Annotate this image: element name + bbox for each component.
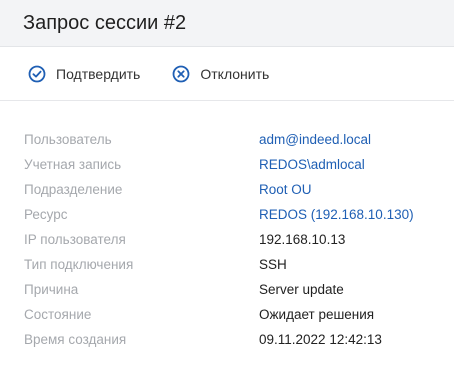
connection-type-value: SSH xyxy=(259,257,287,272)
division-link[interactable]: Root OU xyxy=(259,182,312,197)
resource-link[interactable]: REDOS (192.168.10.130) xyxy=(259,207,414,222)
page-header: Запрос сессии #2 xyxy=(0,0,454,47)
detail-row-account: Учетная запись REDOS\admlocal xyxy=(24,152,454,177)
approve-button[interactable]: Подтвердить xyxy=(28,65,140,83)
detail-row-user: Пользователь adm@indeed.local xyxy=(24,127,454,152)
x-circle-icon xyxy=(172,65,190,83)
detail-row-division: Подразделение Root OU xyxy=(24,177,454,202)
created-label: Время создания xyxy=(24,332,127,347)
state-value: Ожидает решения xyxy=(259,307,375,322)
division-label: Подразделение xyxy=(24,182,123,197)
detail-row-created: Время создания 09.11.2022 12:42:13 xyxy=(24,327,454,352)
resource-label: Ресурс xyxy=(24,207,68,222)
user-link[interactable]: adm@indeed.local xyxy=(259,132,371,147)
reject-button[interactable]: Отклонить xyxy=(172,65,269,83)
page-title: Запрос сессии #2 xyxy=(23,11,187,34)
ip-value: 192.168.10.13 xyxy=(259,232,346,247)
detail-row-connection-type: Тип подключения SSH xyxy=(24,252,454,277)
account-label: Учетная запись xyxy=(24,157,122,172)
session-details: Пользователь adm@indeed.local Учетная за… xyxy=(0,101,454,352)
state-label: Состояние xyxy=(24,307,92,322)
reason-label: Причина xyxy=(24,282,79,297)
ip-label: IP пользователя xyxy=(24,232,126,247)
detail-row-reason: Причина Server update xyxy=(24,277,454,302)
created-value: 09.11.2022 12:42:13 xyxy=(259,332,382,347)
detail-row-resource: Ресурс REDOS (192.168.10.130) xyxy=(24,202,454,227)
detail-row-ip: IP пользователя 192.168.10.13 xyxy=(24,227,454,252)
toolbar: Подтвердить Отклонить xyxy=(0,47,454,101)
detail-row-state: Состояние Ожидает решения xyxy=(24,302,454,327)
reject-label: Отклонить xyxy=(200,65,270,82)
approve-label: Подтвердить xyxy=(56,65,141,82)
account-link[interactable]: REDOS\admlocal xyxy=(259,157,365,172)
user-label: Пользователь xyxy=(24,132,112,147)
check-circle-icon xyxy=(28,65,46,83)
reason-value: Server update xyxy=(259,282,344,297)
connection-type-label: Тип подключения xyxy=(24,257,134,272)
